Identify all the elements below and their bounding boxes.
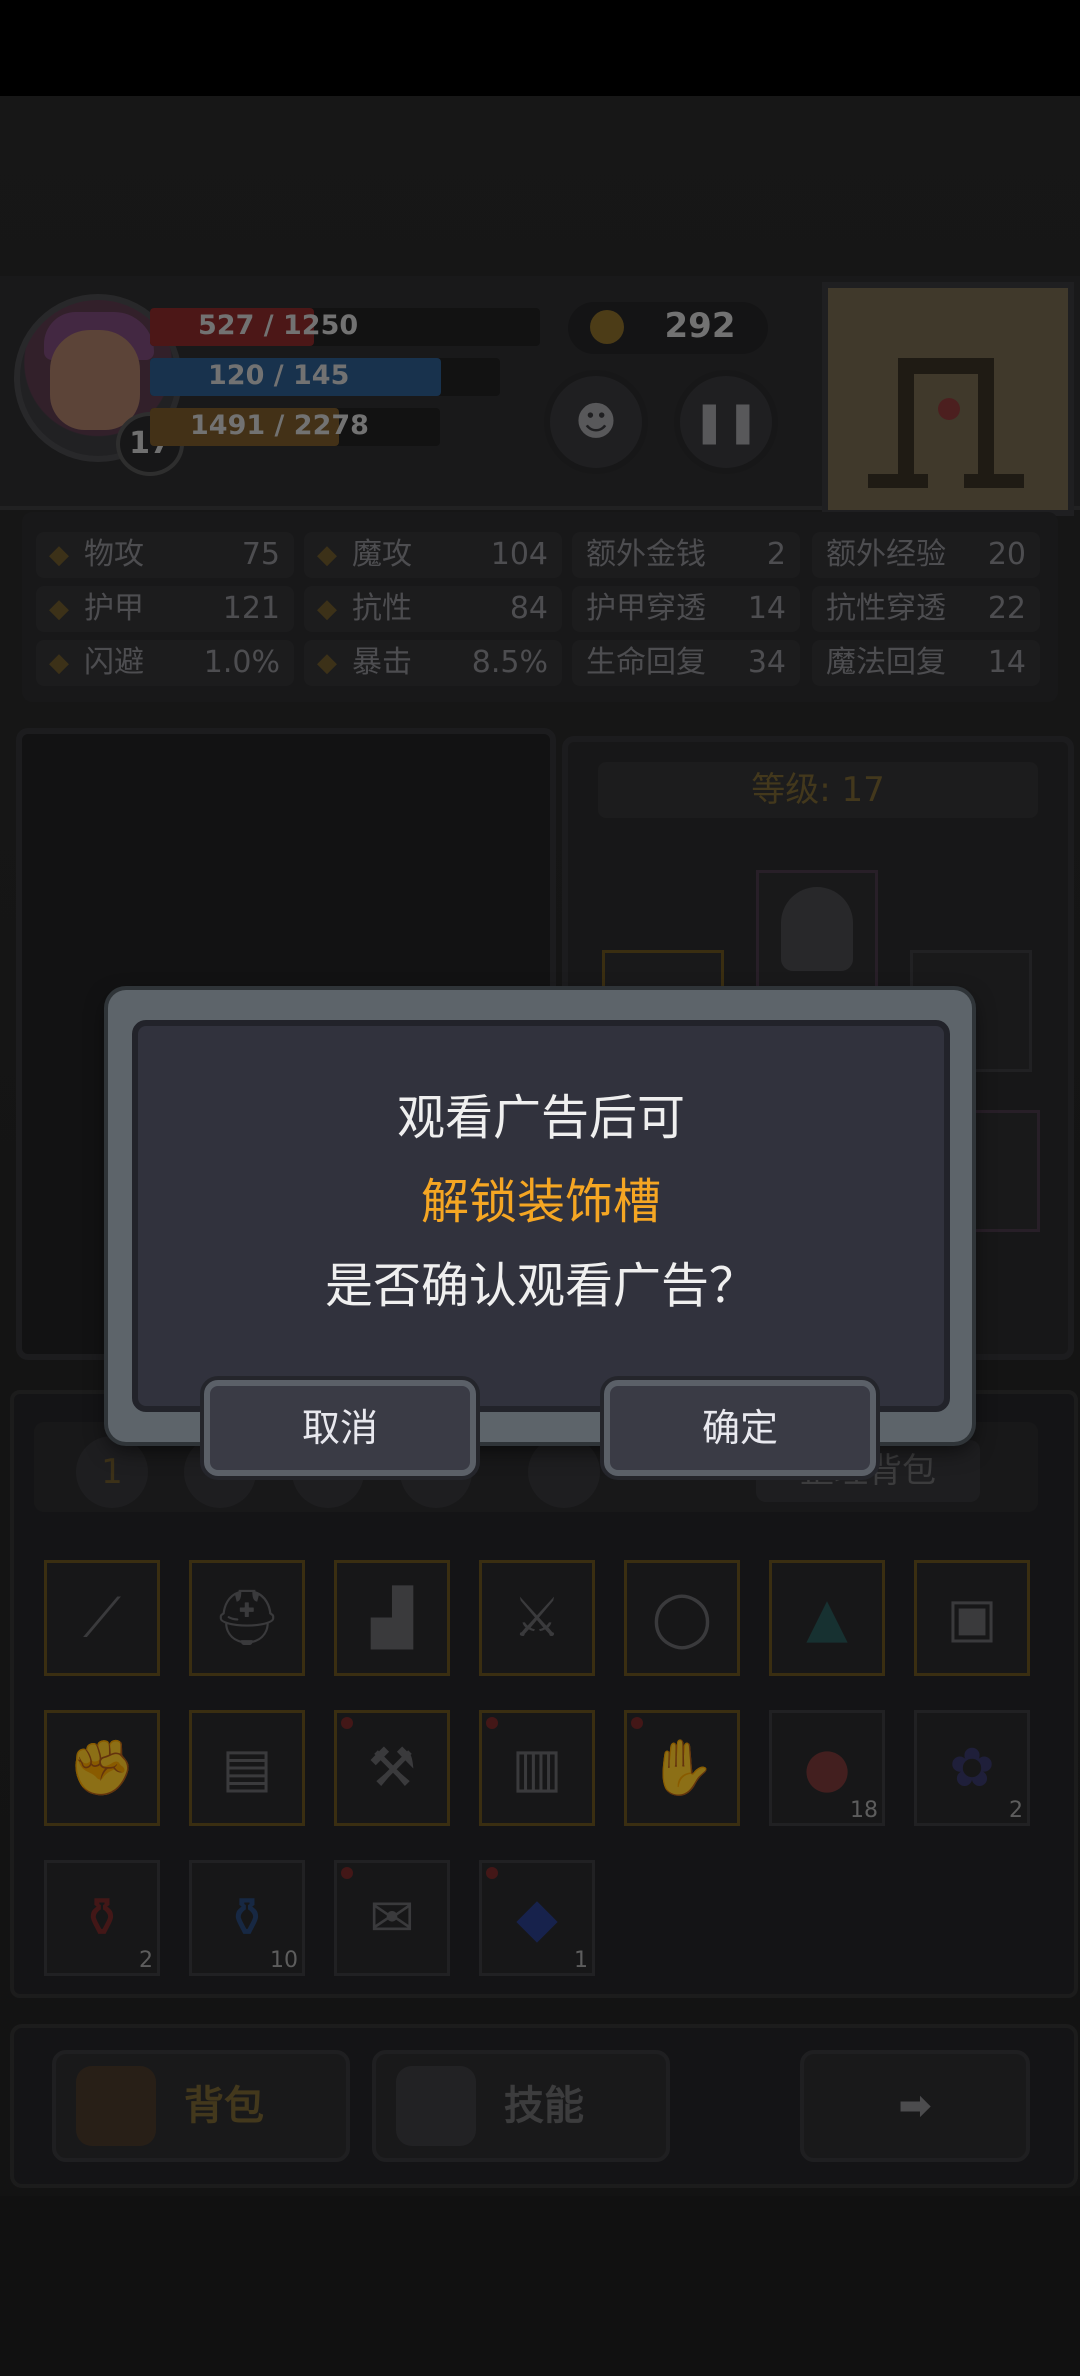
dialog-line-2: 解锁装饰槽	[420, 1174, 661, 1230]
confirm-button[interactable]: 确定	[604, 1380, 876, 1476]
dialog-line-3: 是否确认观看广告？	[324, 1258, 757, 1314]
status-bar	[0, 0, 1080, 96]
dialog-line-1: 观看广告后可	[396, 1090, 685, 1146]
bottom-area	[0, 2196, 1080, 2376]
cancel-button[interactable]: 取消	[204, 1380, 476, 1476]
